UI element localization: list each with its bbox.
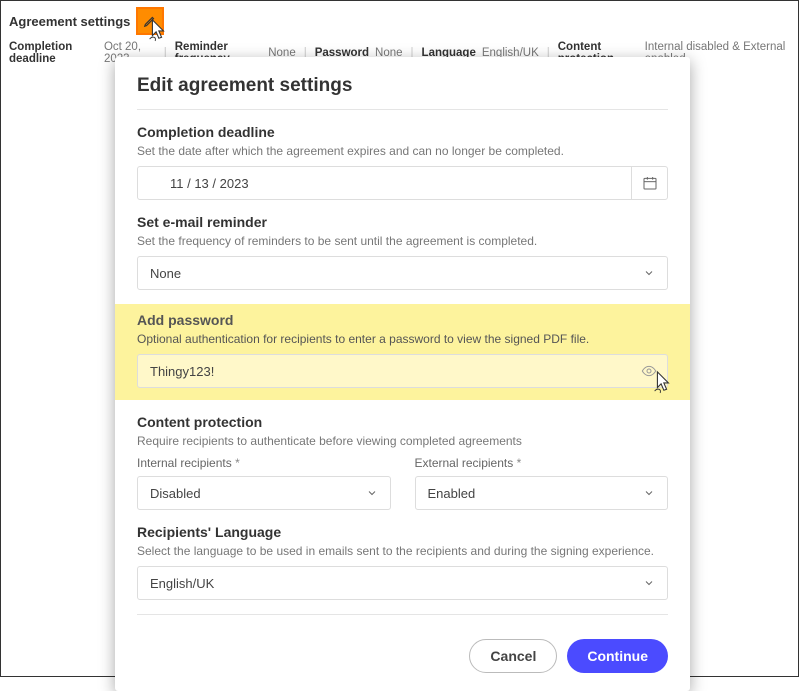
edit-settings-button[interactable] xyxy=(136,7,164,35)
deadline-section-title: Completion deadline xyxy=(137,124,668,140)
chevron-down-icon xyxy=(643,577,655,589)
continue-button[interactable]: Continue xyxy=(567,639,668,673)
reminder-frequency-value: None xyxy=(150,266,181,281)
eye-icon xyxy=(641,363,657,379)
password-section-title: Add password xyxy=(137,312,668,328)
content-protection-section-desc: Require recipients to authenticate befor… xyxy=(137,434,668,448)
chevron-down-icon xyxy=(643,267,655,279)
reminder-frequency-select[interactable]: None xyxy=(137,256,668,290)
reminder-section-desc: Set the frequency of reminders to be sen… xyxy=(137,234,668,248)
pencil-icon xyxy=(143,14,157,28)
edit-agreement-settings-dialog: Edit agreement settings Completion deadl… xyxy=(115,57,690,691)
toggle-password-visibility-button[interactable] xyxy=(641,363,657,379)
agreement-settings-title: Agreement settings xyxy=(9,14,130,29)
calendar-button[interactable] xyxy=(631,167,667,199)
external-recipients-label: External recipients * xyxy=(415,456,669,470)
deadline-section-desc: Set the date after which the agreement e… xyxy=(137,144,668,158)
password-section-desc: Optional authentication for recipients t… xyxy=(137,332,668,346)
language-section-title: Recipients' Language xyxy=(137,524,668,540)
recipients-language-value: English/UK xyxy=(150,576,214,591)
password-input[interactable]: Thingy123! xyxy=(137,354,668,388)
recipients-language-select[interactable]: English/UK xyxy=(137,566,668,600)
internal-recipients-label: Internal recipients * xyxy=(137,456,391,470)
completion-deadline-value: 11 / 13 / 2023 xyxy=(150,176,249,191)
password-value: Thingy123! xyxy=(150,364,214,379)
calendar-icon xyxy=(642,175,658,191)
content-protection-section-title: Content protection xyxy=(137,414,668,430)
dialog-title: Edit agreement settings xyxy=(137,75,668,97)
internal-recipients-select[interactable]: Disabled xyxy=(137,476,391,510)
completion-deadline-input[interactable]: 11 / 13 / 2023 xyxy=(137,166,668,200)
external-recipients-value: Enabled xyxy=(428,486,476,501)
language-section-desc: Select the language to be used in emails… xyxy=(137,544,668,558)
chevron-down-icon xyxy=(366,487,378,499)
external-recipients-select[interactable]: Enabled xyxy=(415,476,669,510)
deadline-label: Completion deadline xyxy=(9,41,98,65)
internal-recipients-value: Disabled xyxy=(150,486,201,501)
chevron-down-icon xyxy=(643,487,655,499)
cancel-button[interactable]: Cancel xyxy=(469,639,557,673)
reminder-section-title: Set e-mail reminder xyxy=(137,214,668,230)
